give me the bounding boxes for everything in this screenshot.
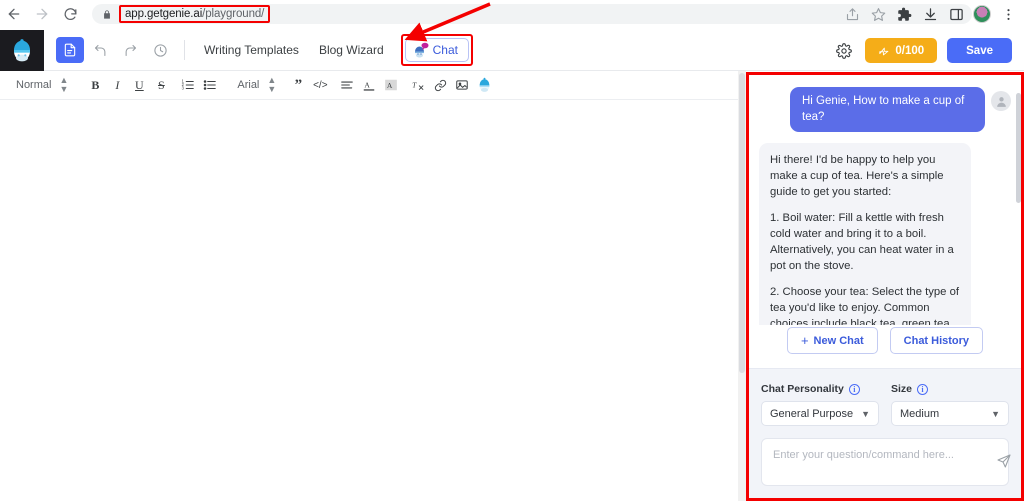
bold-button[interactable]: B xyxy=(84,74,106,96)
italic-button[interactable]: I xyxy=(106,74,128,96)
info-icon[interactable]: i xyxy=(917,383,929,395)
assistant-paragraph: Hi there! I'd be happy to help you make … xyxy=(770,154,944,199)
save-button[interactable]: Save xyxy=(947,38,1012,63)
getgenie-logo[interactable] xyxy=(0,29,44,71)
chat-personality-group: Chat Personality i General Purpose ▼ xyxy=(761,383,879,426)
chat-personality-label-row: Chat Personality i xyxy=(761,383,879,395)
new-chat-label: New Chat xyxy=(813,334,864,347)
paragraph-style-select[interactable]: Normal ▲ ▼ xyxy=(10,74,74,96)
chat-panel: Hi Genie, How to make a cup of tea? Hi t… xyxy=(746,72,1024,501)
credit-badge[interactable]: 0/100 xyxy=(865,38,938,63)
chevron-updown-icon: ▲ ▼ xyxy=(59,75,69,94)
align-button[interactable] xyxy=(336,74,358,96)
app-header-actions: 0/100 Save xyxy=(833,30,1012,71)
unordered-list-button[interactable] xyxy=(199,74,221,96)
highlight-color-button[interactable]: A xyxy=(380,74,402,96)
size-label: Size xyxy=(891,383,913,395)
reload-icon[interactable] xyxy=(56,0,84,28)
blockquote-button[interactable]: ” xyxy=(287,74,309,96)
browser-toolbar: app.getgenie.ai/playground/ xyxy=(0,0,1024,28)
chevron-down-icon: ▼ xyxy=(861,408,870,419)
new-chat-button[interactable]: + New Chat xyxy=(786,327,878,354)
chat-button-highlight: Chat xyxy=(400,34,473,66)
user-avatar xyxy=(991,91,1011,111)
svg-text:A: A xyxy=(365,80,371,89)
credit-value: 0/100 xyxy=(895,44,925,57)
code-block-button[interactable]: </> xyxy=(309,74,331,96)
app-root: app.getgenie.ai/playground/ Writing Temp… xyxy=(0,0,1024,501)
chat-scrollbar-track[interactable] xyxy=(1016,75,1021,325)
forward-arrow-icon[interactable] xyxy=(28,0,56,28)
document-editor-canvas[interactable] xyxy=(0,100,738,501)
toolbar-divider xyxy=(184,40,185,60)
blog-wizard-link[interactable]: Blog Wizard xyxy=(310,43,393,57)
url-highlight-box: app.getgenie.ai/playground/ xyxy=(119,5,271,23)
gear-icon[interactable] xyxy=(833,40,855,62)
send-paper-plane-icon[interactable] xyxy=(996,453,1012,474)
font-family-value: Arial xyxy=(237,79,260,91)
chat-history-label: Chat History xyxy=(903,334,970,347)
chat-history-button[interactable]: Chat History xyxy=(889,327,984,354)
text-color-button[interactable]: A xyxy=(358,74,380,96)
link-button[interactable] xyxy=(429,74,451,96)
chat-scrollbar-thumb[interactable] xyxy=(1016,93,1021,203)
document-icon[interactable] xyxy=(56,37,84,63)
image-button[interactable] xyxy=(451,74,473,96)
page-scrollbar-thumb[interactable] xyxy=(739,73,745,373)
svg-text:3: 3 xyxy=(182,86,185,91)
history-icon[interactable] xyxy=(146,37,174,63)
side-panel-icon[interactable] xyxy=(944,2,968,26)
chat-personality-label: Chat Personality xyxy=(761,383,844,395)
chat-input-area: Enter your question/command here... xyxy=(749,438,1021,498)
share-icon[interactable] xyxy=(840,2,864,26)
chevron-down-icon: ▼ xyxy=(991,408,1000,419)
ordered-list-button[interactable]: 123 xyxy=(177,74,199,96)
writing-templates-link[interactable]: Writing Templates xyxy=(195,43,308,57)
download-icon[interactable] xyxy=(918,2,942,26)
size-value: Medium xyxy=(900,407,940,420)
chat-personality-value: General Purpose xyxy=(770,407,854,420)
bookmark-star-icon[interactable] xyxy=(866,2,890,26)
assistant-paragraph: 2. Choose your tea: Select the type of t… xyxy=(770,286,960,325)
redo-icon[interactable] xyxy=(116,37,144,63)
app-header: Writing Templates Blog Wizard Chat 0/100… xyxy=(0,29,1024,71)
browser-actions xyxy=(840,0,1020,28)
chat-button[interactable]: Chat xyxy=(404,38,469,62)
undo-icon[interactable] xyxy=(86,37,114,63)
editor-tool-group: Writing Templates Blog Wizard Chat xyxy=(44,34,473,66)
strikethrough-button[interactable]: S xyxy=(150,74,172,96)
underline-button[interactable]: U xyxy=(128,74,150,96)
svg-text:A: A xyxy=(387,81,393,90)
paragraph-style-value: Normal xyxy=(16,79,52,91)
chrome-menu-icon[interactable] xyxy=(996,2,1020,26)
chat-message-list: Hi Genie, How to make a cup of tea? Hi t… xyxy=(749,75,1021,325)
clear-format-button[interactable]: T xyxy=(407,74,429,96)
lock-icon xyxy=(102,9,112,20)
profile-avatar[interactable] xyxy=(970,2,994,26)
extensions-puzzle-icon[interactable] xyxy=(892,2,916,26)
credit-icon xyxy=(879,47,889,55)
size-group: Size i Medium ▼ xyxy=(891,383,1009,426)
svg-text:T: T xyxy=(412,80,417,89)
font-family-select[interactable]: Arial ▲ ▼ xyxy=(231,74,282,96)
assistant-paragraph: 1. Boil water: Fill a kettle with fresh … xyxy=(770,212,954,273)
ai-assist-button[interactable] xyxy=(473,74,495,96)
chat-genie-icon xyxy=(414,42,429,58)
url-text: app.getgenie.ai/playground/ xyxy=(125,8,265,20)
format-toolbar: Normal ▲ ▼ B I U S 123 Arial ▲ ▼ ” </> A A xyxy=(0,71,738,100)
chat-message-user: Hi Genie, How to make a cup of tea? xyxy=(759,87,1011,133)
chat-personality-select[interactable]: General Purpose ▼ xyxy=(761,401,879,426)
chat-input[interactable]: Enter your question/command here... xyxy=(761,438,1009,486)
size-label-row: Size i xyxy=(891,383,1009,395)
chat-settings-row: Chat Personality i General Purpose ▼ Siz… xyxy=(749,368,1021,438)
info-icon[interactable]: i xyxy=(848,383,860,395)
user-message-bubble: Hi Genie, How to make a cup of tea? xyxy=(790,87,985,133)
plus-icon: + xyxy=(800,333,809,348)
chevron-updown-icon-2: ▲ ▼ xyxy=(267,75,277,94)
chat-action-row: + New Chat Chat History xyxy=(749,325,1021,368)
size-select[interactable]: Medium ▼ xyxy=(891,401,1009,426)
chat-button-label: Chat xyxy=(432,43,458,57)
assistant-message-bubble: Hi there! I'd be happy to help you make … xyxy=(759,143,971,325)
back-arrow-icon[interactable] xyxy=(0,0,28,28)
